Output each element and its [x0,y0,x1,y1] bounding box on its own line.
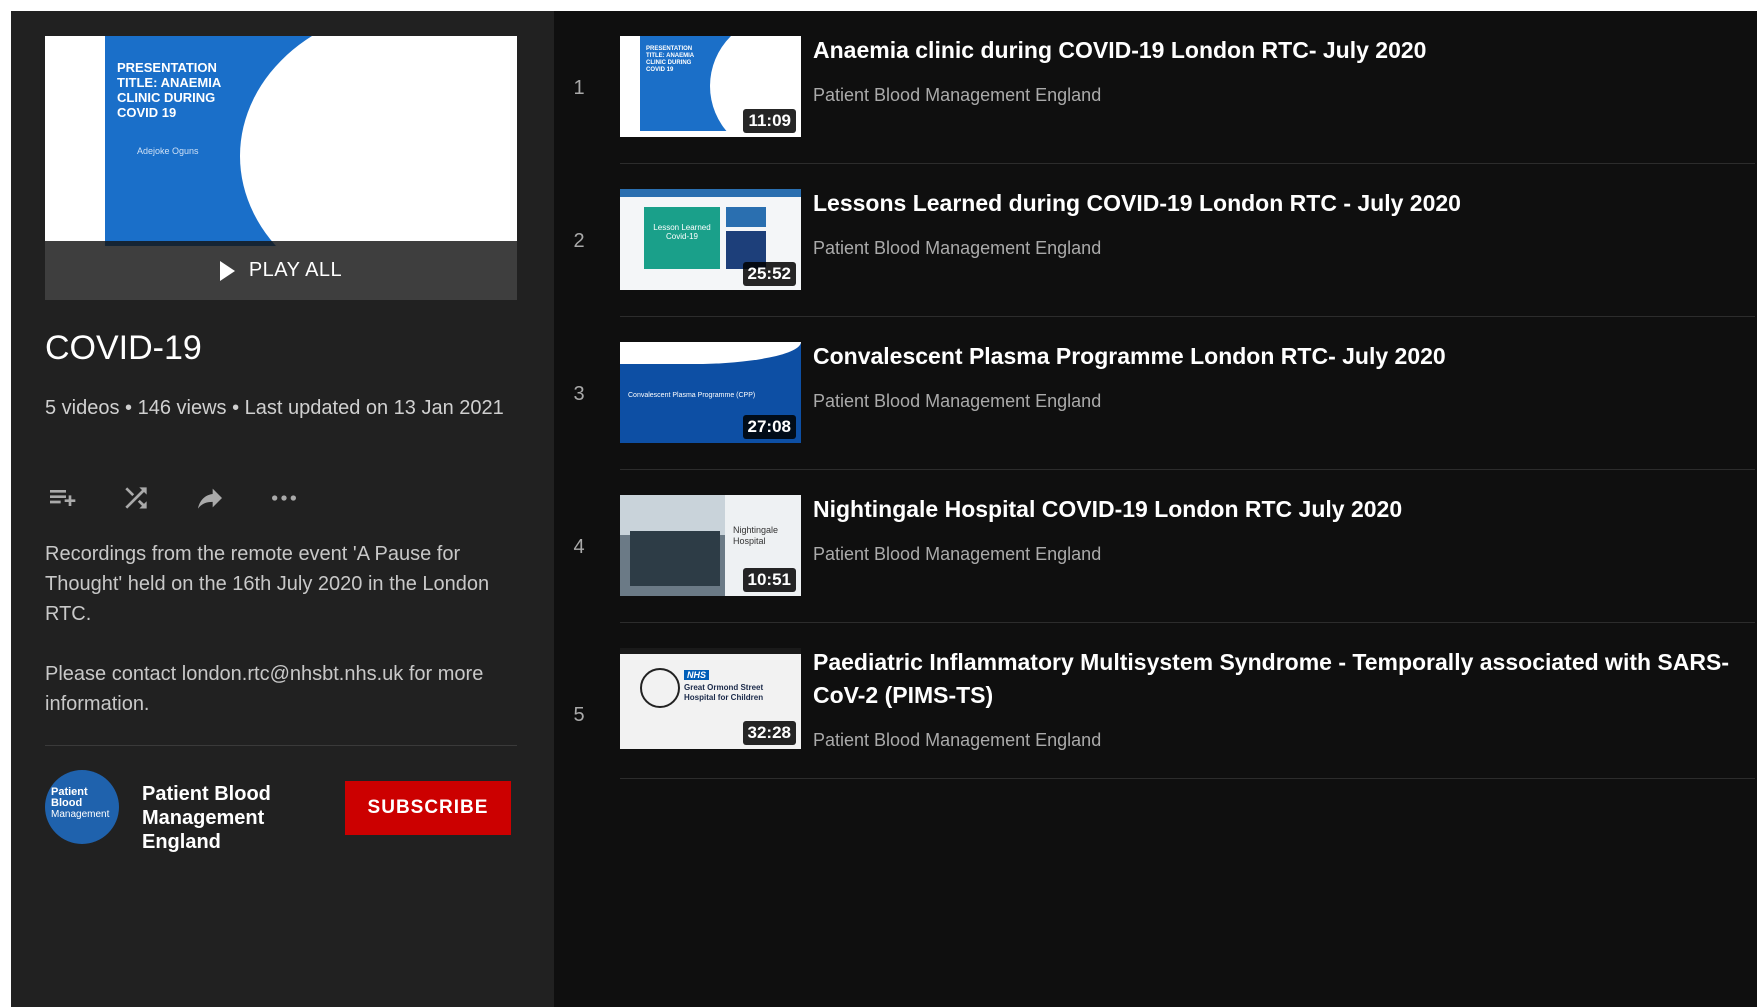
row-divider [620,622,1755,623]
video-thumbnail[interactable]: PRESENTATION TITLE: ANAEMIA CLINIC DURIN… [620,36,801,137]
share-icon [198,488,222,509]
subscribe-button[interactable]: SUBSCRIBE [345,781,511,835]
video-thumbnail[interactable]: NHS Great Ormond Street Hospital for Chi… [620,648,801,749]
avatar-text: Blood [51,797,83,809]
hero-slide-author: Adejoke Oguns [137,146,199,156]
avatar-text: Management [51,809,110,820]
hero-slide-edge [45,36,105,246]
channel-name[interactable]: Patient Blood Management England [142,782,292,854]
thumb-slide-title: Lesson Learned Covid-19 [644,207,720,269]
shuffle-button[interactable] [119,481,153,515]
playlist-sidebar: PRESENTATION TITLE: ANAEMIA CLINIC DURIN… [11,11,554,1007]
playlist-actions [45,481,301,515]
video-title[interactable]: Lessons Learned during COVID-19 London R… [813,187,1743,220]
play-icon [219,260,235,281]
channel-info: Patient Blood Management Patient Blood M… [45,770,517,853]
thumb-art [630,531,720,586]
thumb-art [726,207,766,227]
playlist-meta: 5 videos • 146 views • Last updated on 1… [45,397,504,419]
video-channel[interactable]: Patient Blood Management England [813,544,1101,565]
more-icon [272,495,296,501]
video-channel[interactable]: Patient Blood Management England [813,730,1101,751]
video-duration: 10:51 [742,568,796,592]
video-title[interactable]: Convalescent Plasma Programme London RTC… [813,340,1743,373]
add-to-queue-icon [50,490,76,506]
video-duration: 11:09 [743,109,796,133]
video-index: 4 [573,536,585,558]
video-duration: 27:08 [742,415,796,439]
hero-slide-title: PRESENTATION TITLE: ANAEMIA CLINIC DURIN… [117,60,221,120]
video-channel[interactable]: Patient Blood Management England [813,391,1101,412]
video-index: 2 [573,230,585,252]
video-index: 3 [573,383,585,405]
video-thumbnail[interactable]: Lesson Learned Covid-19 25:52 [620,189,801,290]
video-title[interactable]: Nightingale Hospital COVID-19 London RTC… [813,493,1743,526]
video-thumbnail[interactable]: Convalescent Plasma Programme (CPP) 27:0… [620,342,801,443]
description-paragraph: Please contact london.rtc@nhsbt.nhs.uk f… [45,663,484,715]
more-button[interactable] [267,481,301,515]
share-button[interactable] [193,481,227,515]
thumb-slide-title: PRESENTATION TITLE: ANAEMIA CLINIC DURIN… [646,46,694,73]
thumb-slide-title: Convalescent Plasma Programme (CPP) [628,392,756,399]
video-duration: 32:28 [742,721,796,745]
gosh-logo-icon [640,668,680,708]
video-index: 5 [573,704,585,726]
video-title[interactable]: Paediatric Inflammatory Multisystem Synd… [813,646,1743,712]
row-divider [620,316,1755,317]
playlist-title: COVID-19 [45,329,202,367]
thumb-art [620,189,801,197]
row-divider [620,469,1755,470]
play-all-label: PLAY ALL [248,259,343,281]
video-duration: 25:52 [742,262,796,286]
app-frame: PRESENTATION TITLE: ANAEMIA CLINIC DURIN… [11,11,1757,1007]
playlist-description: Recordings from the remote event 'A Paus… [45,539,515,719]
row-divider [620,163,1755,164]
channel-avatar[interactable]: Patient Blood Management [45,770,119,844]
video-title[interactable]: Anaemia clinic during COVID-19 London RT… [813,34,1743,67]
add-to-queue-button[interactable] [45,481,79,515]
playlist-video-list: 1 PRESENTATION TITLE: ANAEMIA CLINIC DUR… [554,11,1757,1007]
thumb-slide-title: Great Ormond Street Hospital for Childre… [684,683,764,702]
description-paragraph: Recordings from the remote event 'A Paus… [45,543,490,625]
shuffle-icon [125,487,147,509]
sidebar-divider [45,745,517,746]
video-thumbnail[interactable]: Nightingale Hospital 10:51 [620,495,801,596]
nhs-logo: NHS [684,670,710,680]
thumb-art [620,648,801,654]
playlist-hero-thumbnail[interactable]: PRESENTATION TITLE: ANAEMIA CLINIC DURIN… [45,36,517,300]
video-channel[interactable]: Patient Blood Management England [813,238,1101,259]
thumb-art [620,36,640,137]
thumb-art [620,495,730,535]
video-channel[interactable]: Patient Blood Management England [813,85,1101,106]
video-index: 1 [573,77,585,99]
play-all-button[interactable]: PLAY ALL [45,241,517,300]
row-divider [620,778,1755,779]
